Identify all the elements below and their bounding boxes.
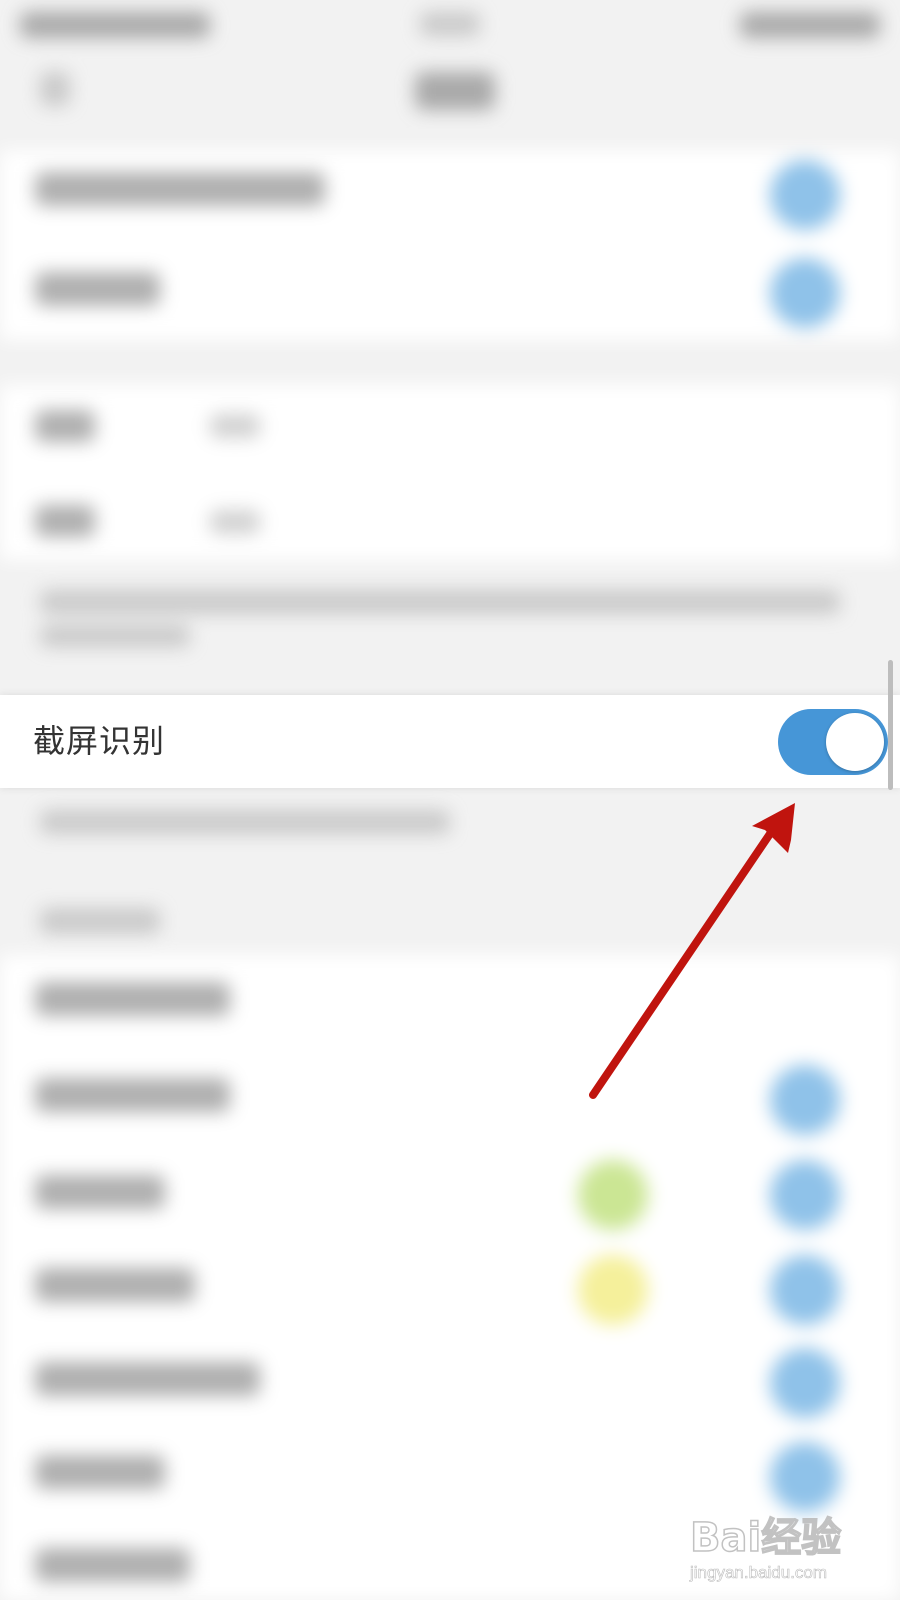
baidu-jingyan-watermark: Bai经验 jingyan.baidu.com (689, 1505, 890, 1585)
watermark-url: jingyan.baidu.com (690, 1563, 828, 1583)
blurred-background-screen (0, 0, 900, 1600)
setting-label: 截屏识别 (33, 722, 166, 760)
watermark-logo: Bai经验 (689, 1514, 842, 1562)
scrollbar-thumb[interactable] (888, 660, 893, 790)
setting-row-screenshot-recognition: 截屏识别 (0, 695, 900, 788)
screenshot-recognition-toggle[interactable] (778, 709, 888, 775)
toggle-knob (826, 713, 884, 771)
